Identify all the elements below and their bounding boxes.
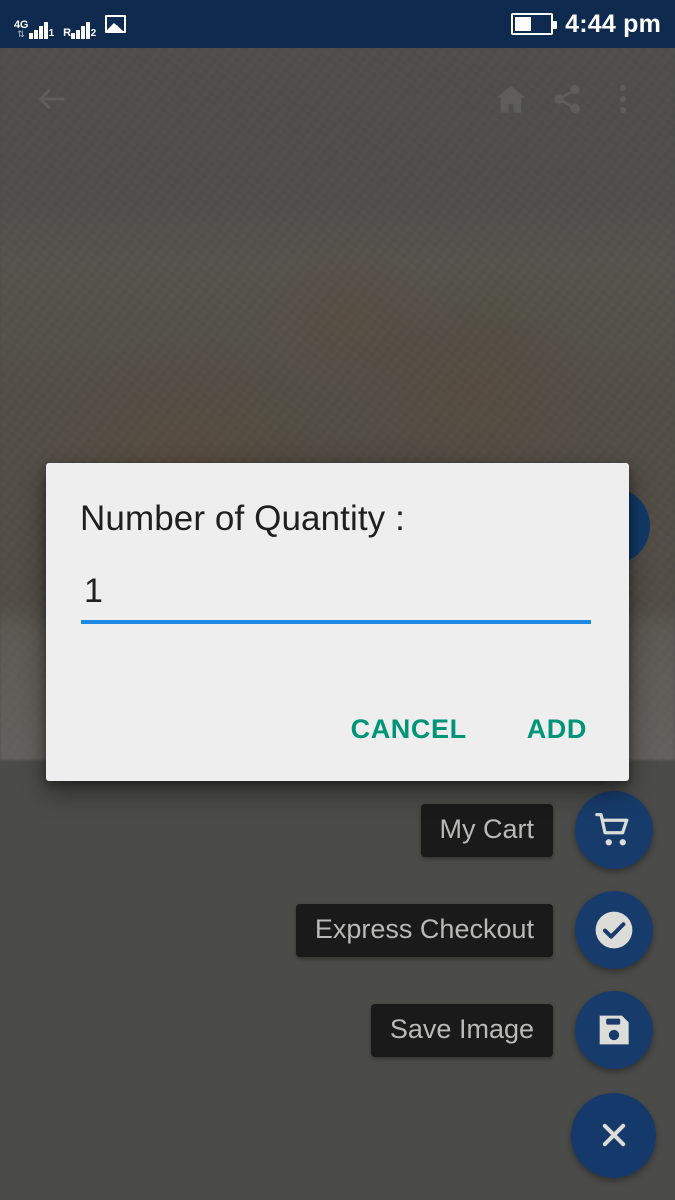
fab-speed-dial-menu: My Cart Express Checkout Save Image [0,780,675,1190]
status-clock: 4:44 pm [565,9,661,38]
sim1-index-label: 1 [48,28,55,39]
dialog-title: Number of Quantity : [80,499,405,538]
close-x-icon[interactable] [571,1092,656,1178]
fab-item-my-cart[interactable]: My Cart [0,780,675,880]
quantity-field [81,573,591,625]
fab-label-express-checkout: Express Checkout [295,903,553,957]
fab-label-my-cart: My Cart [420,803,553,857]
add-button[interactable]: ADD [511,706,603,753]
sim1-signal-group: 4G ⇅ 1 [14,9,54,39]
quantity-input-underline [81,620,591,625]
dialog-actions: CANCEL ADD [46,706,629,753]
signal-bars-icon [29,20,48,39]
fab-item-save-image[interactable]: Save Image [0,980,675,1080]
battery-fill [515,17,532,31]
data-transfer-arrows-icon: ⇅ [17,29,25,39]
quantity-input[interactable] [81,573,591,621]
status-bar-left: 4G ⇅ 1 R 2 [14,9,127,39]
check-circle-icon[interactable] [575,891,653,969]
shopping-cart-icon[interactable] [575,791,653,869]
phone-screen: 4G ⇅ 1 R 2 4:44 pm My Cart Express Check… [0,0,675,1200]
image-icon [105,15,127,33]
status-bar: 4G ⇅ 1 R 2 4:44 pm [0,0,675,48]
roaming-badge: R [63,9,71,39]
fab-item-main-toggle[interactable] [0,1080,675,1190]
signal-bars-icon-2 [71,20,90,39]
sim2-index-label: 2 [90,28,97,39]
cancel-button[interactable]: CANCEL [335,706,483,753]
network-type-badge: 4G ⇅ [14,9,28,39]
quantity-dialog: Number of Quantity : CANCEL ADD [46,463,629,781]
roaming-label: R [63,27,72,39]
fab-item-express-checkout[interactable]: Express Checkout [0,880,675,980]
battery-half-icon [511,13,558,35]
status-bar-right: 4:44 pm [511,9,661,38]
fab-label-save-image: Save Image [370,1003,553,1057]
sim2-signal-group: R 2 [63,9,96,39]
save-floppy-icon[interactable] [575,991,653,1069]
